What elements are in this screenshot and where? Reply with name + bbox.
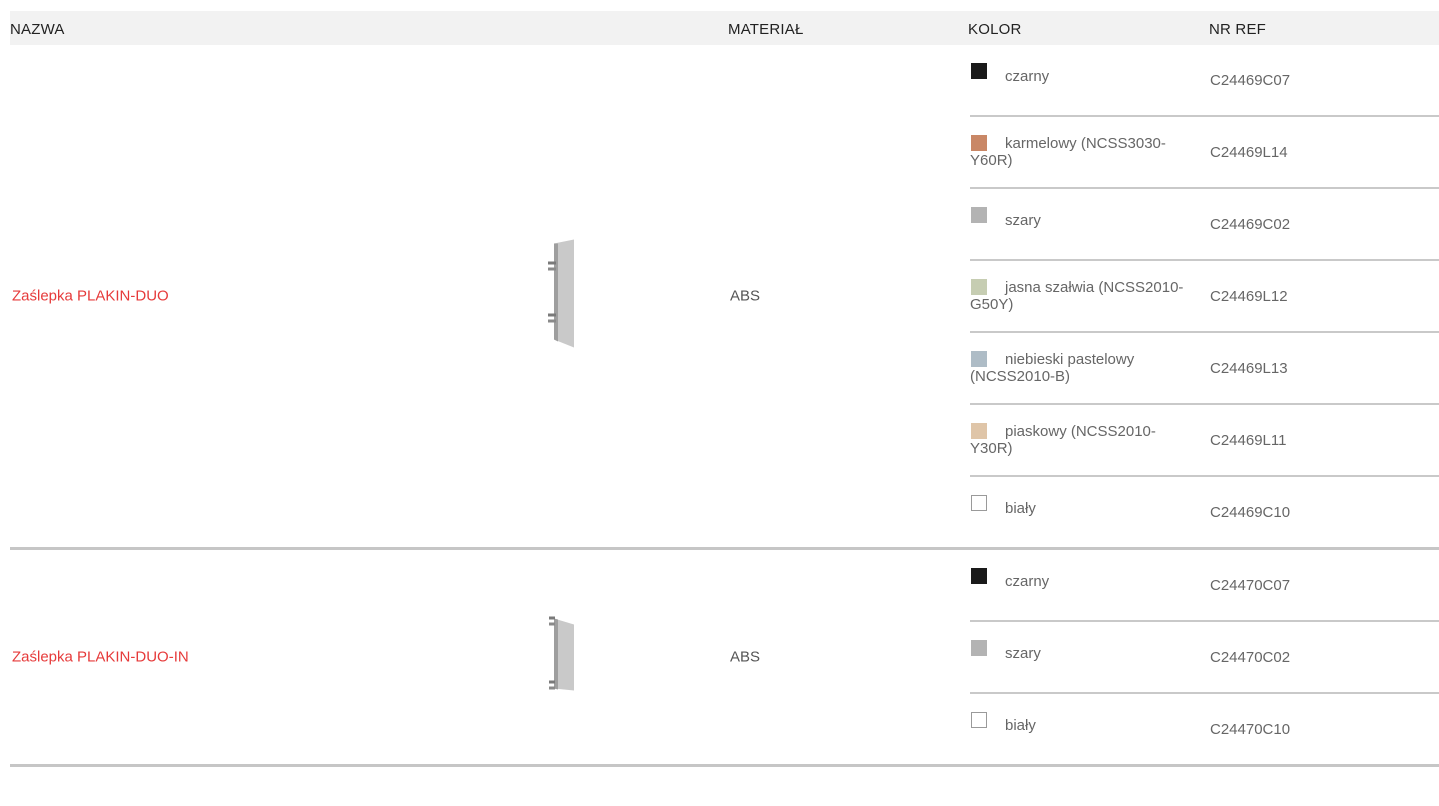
product-material: ABS [730,287,761,305]
ref-number: C24469C10 [1210,504,1291,521]
color-name: czarny [1005,68,1050,85]
color-name: szary [1005,645,1041,662]
ref-number: C24469L11 [1210,432,1287,449]
product-material: ABS [730,648,761,666]
ref-number: C24469C07 [1210,72,1291,89]
ref-number: C24469C02 [1210,216,1291,233]
color-name: biały [1005,500,1036,517]
color-name: niebieski pastelowy (NCSS2010-B) [970,351,1135,385]
table-header: NAZWA MATERIAŁ KOLOR NR REF [10,11,1439,45]
ref-number: C24469L12 [1210,288,1288,305]
variant-row: niebieski pastelowy (NCSS2010-B) C24469L… [970,333,1439,405]
header-name: NAZWA [10,21,65,38]
variant-row: szary C24469C02 [970,189,1439,261]
product-image [540,238,584,355]
header-color: KOLOR [968,21,1022,38]
ref-number: C24470C07 [1210,577,1291,594]
variant-row: piaskowy (NCSS2010-Y30R) C24469L11 [970,405,1439,477]
color-name: piaskowy (NCSS2010-Y30R) [970,423,1156,457]
product-table: NAZWA MATERIAŁ KOLOR NR REF Zaślepka PLA… [10,11,1439,767]
product-group: Zaślepka PLAKIN-DUO ABS czarny C24469C07 [10,45,1439,550]
color-name: karmelowy (NCSS3030-Y60R) [970,135,1166,169]
variant-row: biały C24470C10 [970,694,1439,764]
ref-number: C24470C10 [1210,721,1291,738]
variant-row: czarny C24469C07 [970,45,1439,117]
ref-number: C24469L14 [1210,144,1288,161]
ref-number: C24470C02 [1210,649,1291,666]
variant-row: czarny C24470C07 [970,550,1439,622]
variant-row: biały C24469C10 [970,477,1439,547]
variant-row: szary C24470C02 [970,622,1439,694]
ref-number: C24469L13 [1210,360,1288,377]
header-material: MATERIAŁ [728,21,804,38]
color-name: jasna szałwia (NCSS2010-G50Y) [970,279,1184,313]
product-image [540,615,584,700]
header-ref: NR REF [1209,21,1267,38]
color-name: biały [1005,717,1036,734]
product-name-link[interactable]: Zaślepka PLAKIN-DUO-IN [12,649,189,666]
variant-row: jasna szałwia (NCSS2010-G50Y) C24469L12 [970,261,1439,333]
variant-row: karmelowy (NCSS3030-Y60R) C24469L14 [970,117,1439,189]
color-name: czarny [1005,573,1050,590]
product-name-link[interactable]: Zaślepka PLAKIN-DUO [12,288,169,305]
color-name: szary [1005,212,1041,229]
product-group: Zaślepka PLAKIN-DUO-IN ABS czarny C24470… [10,550,1439,767]
